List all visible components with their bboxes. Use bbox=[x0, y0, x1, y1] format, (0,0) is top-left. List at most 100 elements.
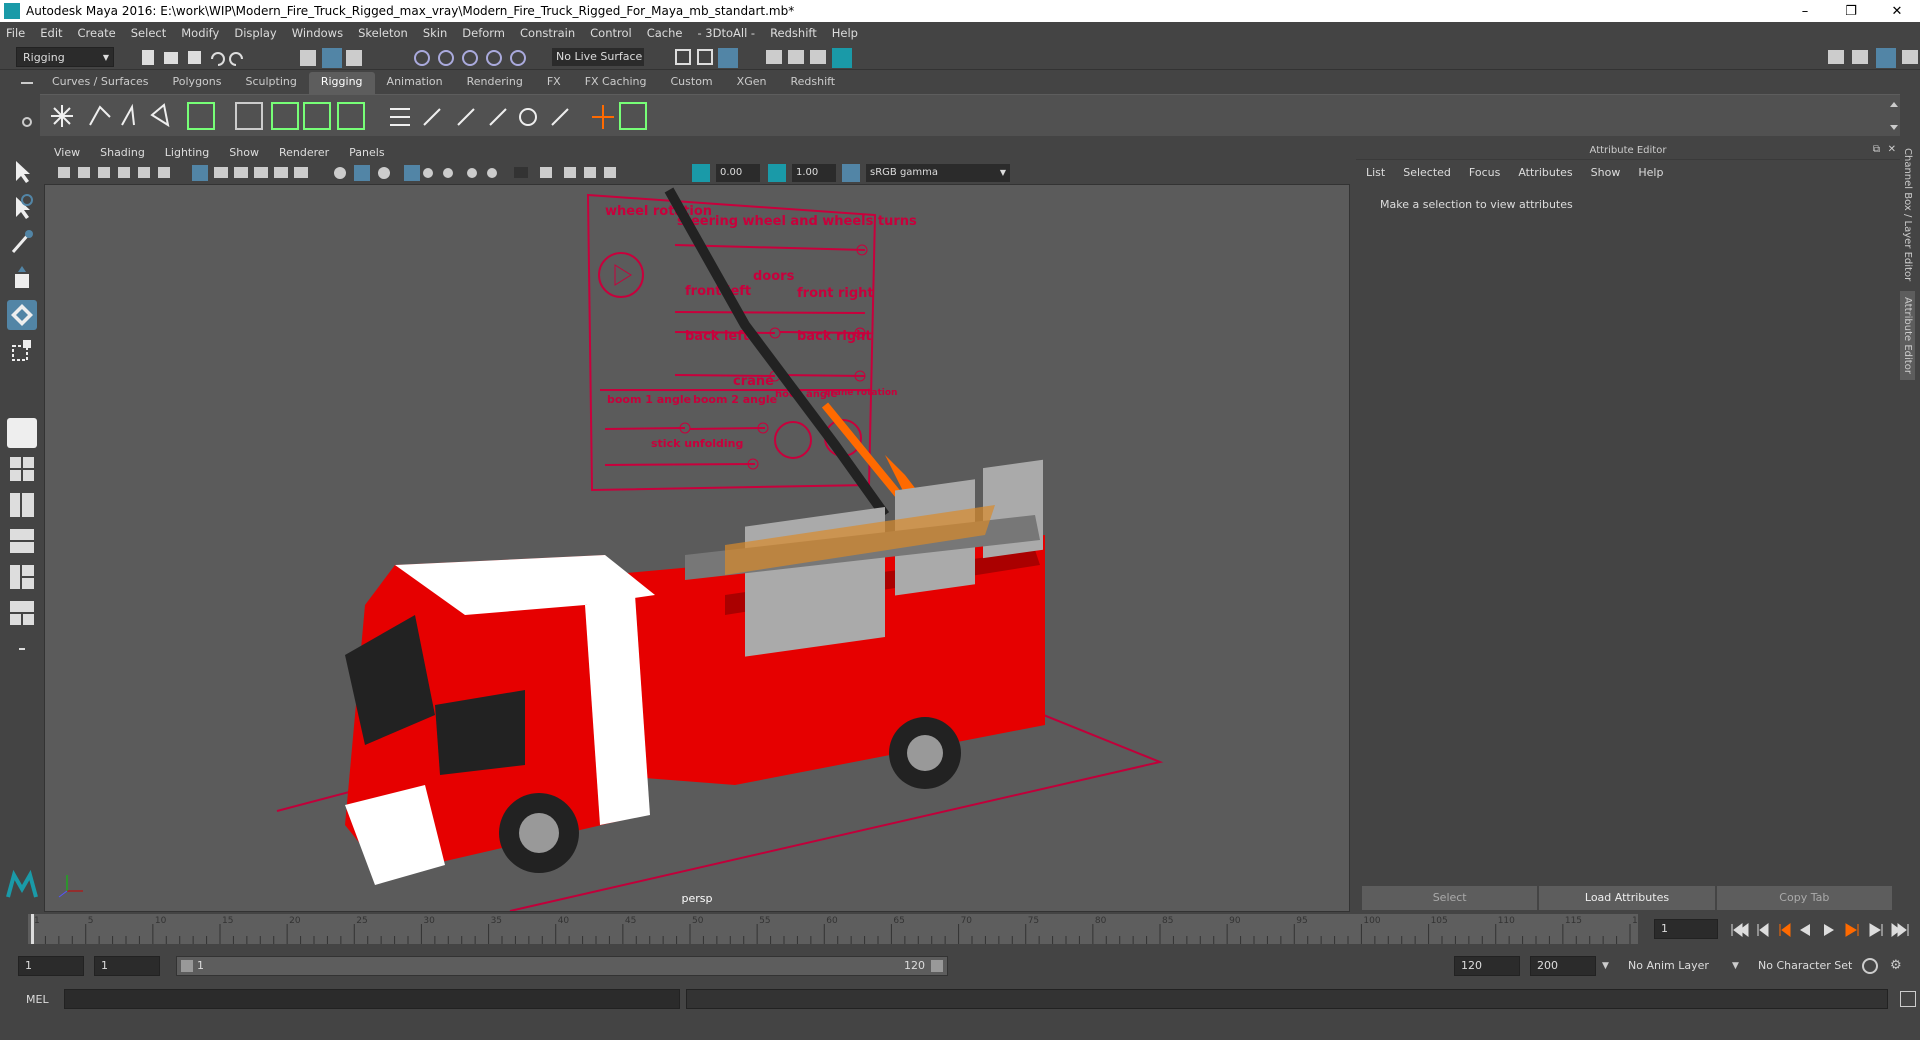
range-bar[interactable]: 1 120 bbox=[176, 956, 948, 976]
toolbox-collapse-icon[interactable] bbox=[7, 634, 37, 664]
viewport-menu-shading[interactable]: Shading bbox=[100, 146, 145, 159]
menu-skeleton[interactable]: Skeleton bbox=[358, 26, 408, 40]
menu-redshift[interactable]: Redshift bbox=[770, 26, 817, 40]
scale-tool-icon[interactable] bbox=[7, 336, 37, 366]
auto-key-icon[interactable] bbox=[1862, 958, 1878, 974]
four-pane-layout-icon[interactable] bbox=[7, 454, 37, 484]
paint-select-tool-icon[interactable] bbox=[7, 228, 37, 258]
playback-start-field[interactable]: 1 bbox=[94, 956, 160, 976]
tab-rigging[interactable]: Rigging bbox=[308, 72, 375, 94]
menu-modify[interactable]: Modify bbox=[181, 26, 219, 40]
tab-redshift[interactable]: Redshift bbox=[778, 72, 847, 94]
xray-joints-icon bbox=[584, 167, 596, 178]
attribute-editor-header: Attribute Editor bbox=[1356, 142, 1900, 160]
workspace-icons[interactable] bbox=[1820, 47, 1920, 69]
time-slider-track[interactable]: 1 5 10 15 20 25 30 35 40 45 50 55 60 65 70 75 80 85 90 95 10… bbox=[28, 914, 1649, 944]
viewport-menu-renderer[interactable]: Renderer bbox=[279, 146, 329, 159]
chevron-down-icon[interactable]: ▼ bbox=[1732, 956, 1746, 976]
float-panel-icon[interactable]: ⧉ bbox=[1873, 144, 1880, 155]
gamma-field[interactable]: 1.00 bbox=[792, 164, 836, 182]
uv-editor-layout-icon[interactable] bbox=[7, 598, 37, 628]
load-attributes-button[interactable]: Load Attributes bbox=[1539, 886, 1715, 910]
script-editor-icon[interactable] bbox=[1900, 991, 1916, 1007]
color-management-icon[interactable] bbox=[842, 164, 860, 182]
select-tool-icon[interactable] bbox=[7, 156, 37, 186]
menu-control[interactable]: Control bbox=[590, 26, 632, 40]
viewport-menu-panels[interactable]: Panels bbox=[349, 146, 384, 159]
animation-end-field[interactable]: 200 bbox=[1530, 956, 1596, 976]
attr-menu-attributes[interactable]: Attributes bbox=[1518, 166, 1572, 179]
copy-tab-button[interactable]: Copy Tab bbox=[1716, 886, 1892, 910]
live-surface-field[interactable]: No Live Surface bbox=[552, 48, 644, 66]
tab-sculpting[interactable]: Sculpting bbox=[233, 72, 308, 94]
menu-cache[interactable]: Cache bbox=[647, 26, 683, 40]
attr-menu-list[interactable]: List bbox=[1366, 166, 1385, 179]
menu-help[interactable]: Help bbox=[832, 26, 858, 40]
lasso-tool-icon[interactable] bbox=[7, 192, 37, 222]
menu-edit[interactable]: Edit bbox=[40, 26, 62, 40]
attr-menu-show[interactable]: Show bbox=[1591, 166, 1621, 179]
chevron-down-icon[interactable]: ▼ bbox=[1602, 956, 1616, 976]
menu-deform[interactable]: Deform bbox=[462, 26, 505, 40]
select-button[interactable]: Select bbox=[1362, 886, 1538, 910]
tab-polygons[interactable]: Polygons bbox=[161, 72, 234, 94]
exposure-field[interactable]: 0.00 bbox=[716, 164, 760, 182]
snap-view-icon bbox=[486, 50, 502, 66]
scene-view[interactable]: wheel rotation steering wheel and wheels… bbox=[45, 185, 1350, 912]
anim-layer-dropdown[interactable]: No Anim Layer bbox=[1622, 956, 1748, 976]
current-frame-field[interactable]: 1 bbox=[1654, 919, 1718, 939]
viewport-menu-show[interactable]: Show bbox=[229, 146, 259, 159]
attr-menu-help[interactable]: Help bbox=[1638, 166, 1663, 179]
tab-fx[interactable]: FX bbox=[535, 72, 573, 94]
animation-start-field[interactable]: 1 bbox=[18, 956, 84, 976]
outliner-layout-icon[interactable] bbox=[7, 490, 37, 520]
move-tool-icon[interactable] bbox=[7, 264, 37, 294]
render-toolbar-icons[interactable] bbox=[674, 47, 894, 69]
menu-display[interactable]: Display bbox=[234, 26, 276, 40]
minimize-button[interactable]: – bbox=[1782, 4, 1828, 19]
menu-file[interactable]: File bbox=[6, 26, 25, 40]
viewport-menu-lighting[interactable]: Lighting bbox=[165, 146, 209, 159]
rotate-tool-icon[interactable] bbox=[7, 300, 37, 330]
viewport-persp[interactable]: wheel rotation steering wheel and wheels… bbox=[44, 184, 1350, 912]
playback-controls[interactable] bbox=[1728, 920, 1916, 940]
shelf-menu-icon[interactable] bbox=[18, 76, 36, 136]
playback-end-field[interactable]: 120 bbox=[1454, 956, 1520, 976]
tab-channel-box[interactable]: Channel Box / Layer Editor bbox=[1900, 142, 1915, 287]
viewport-menu-view[interactable]: View bbox=[54, 146, 80, 159]
colorspace-dropdown[interactable]: sRGB gamma ▼ bbox=[866, 164, 1010, 182]
restore-button[interactable]: ❐ bbox=[1828, 4, 1874, 19]
attr-menu-selected[interactable]: Selected bbox=[1403, 166, 1451, 179]
shelf-scroll-icon[interactable] bbox=[1888, 99, 1900, 133]
hypershade-layout-icon[interactable] bbox=[7, 562, 37, 592]
tab-animation[interactable]: Animation bbox=[375, 72, 455, 94]
preferences-icon[interactable]: ⚙ bbox=[1890, 958, 1906, 974]
command-language-label[interactable]: MEL bbox=[26, 993, 62, 1006]
menu-constrain[interactable]: Constrain bbox=[520, 26, 575, 40]
tab-xgen[interactable]: XGen bbox=[725, 72, 779, 94]
tab-custom[interactable]: Custom bbox=[659, 72, 725, 94]
viewport-toolbar-icons[interactable] bbox=[44, 162, 684, 184]
menu-create[interactable]: Create bbox=[78, 26, 116, 40]
tab-attribute-editor[interactable]: Attribute Editor bbox=[1900, 291, 1915, 381]
range-start-handle[interactable] bbox=[181, 960, 193, 972]
menu-select[interactable]: Select bbox=[131, 26, 166, 40]
range-end-handle[interactable] bbox=[931, 960, 943, 972]
character-set-dropdown[interactable]: No Character Set bbox=[1752, 956, 1872, 976]
exposure-icon[interactable] bbox=[692, 164, 710, 182]
menuset-dropdown[interactable]: Rigging ▼ bbox=[16, 47, 114, 67]
shelf-icons[interactable] bbox=[40, 95, 740, 137]
close-button[interactable]: ✕ bbox=[1874, 4, 1920, 19]
close-panel-icon[interactable]: ✕ bbox=[1888, 144, 1896, 155]
tab-rendering[interactable]: Rendering bbox=[455, 72, 535, 94]
menu-windows[interactable]: Windows bbox=[292, 26, 343, 40]
menu-skin[interactable]: Skin bbox=[423, 26, 447, 40]
tab-fx-caching[interactable]: FX Caching bbox=[573, 72, 659, 94]
attr-menu-focus[interactable]: Focus bbox=[1469, 166, 1500, 179]
tab-curves-surfaces[interactable]: Curves / Surfaces bbox=[40, 72, 161, 94]
single-pane-layout-icon[interactable] bbox=[7, 418, 37, 448]
command-input[interactable] bbox=[64, 989, 680, 1009]
graph-editor-layout-icon[interactable] bbox=[7, 526, 37, 556]
gamma-icon[interactable] bbox=[768, 164, 786, 182]
menu-3dtoall[interactable]: - 3DtoAll - bbox=[697, 26, 755, 40]
